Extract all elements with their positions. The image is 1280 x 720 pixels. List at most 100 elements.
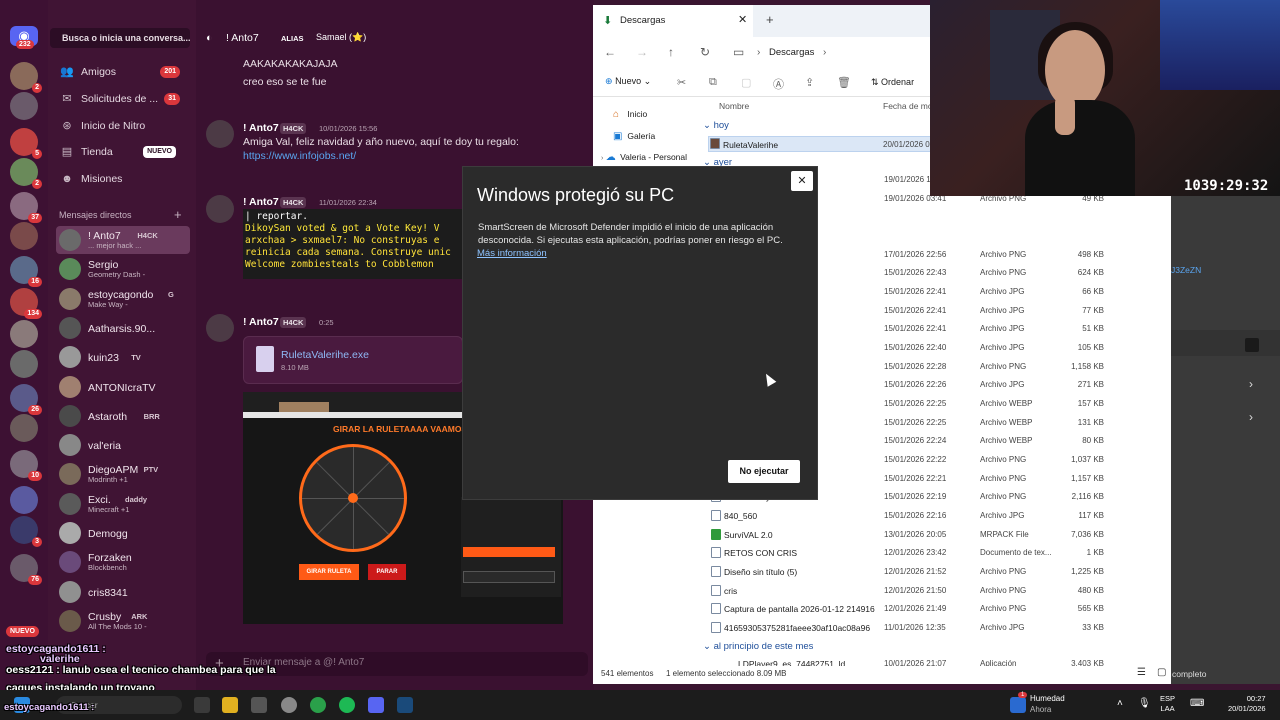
close-tab-icon[interactable]: ✕ (738, 13, 747, 26)
dm-item[interactable]: Sergio Geometry Dash - (56, 255, 190, 283)
nav-item-message-request[interactable]: ✉ Solicitudes de ... 31 (56, 87, 190, 111)
avatar[interactable] (206, 195, 234, 223)
task-view-icon[interactable] (194, 697, 210, 713)
monitor-icon[interactable]: ▭ (733, 45, 744, 59)
microphone-icon[interactable]: 🎙 (1138, 698, 1151, 709)
group-header-today[interactable]: ⌄ hoy (703, 120, 729, 131)
paste-icon[interactable]: ▢ (741, 76, 751, 89)
attachment-name[interactable]: RuletaValerihe.exe (281, 349, 369, 361)
network-icon[interactable]: ⌨ (1190, 698, 1204, 709)
dm-item[interactable]: Crusby ARK All The Mods 10 - (56, 607, 190, 635)
server-icon[interactable]: 2 (10, 158, 42, 189)
nav-onedrive[interactable]: › ☁ Valeria - Personal (601, 152, 687, 163)
details-view-icon[interactable]: ☰ (1137, 667, 1146, 678)
copy-icon[interactable]: ⧉ (709, 76, 717, 89)
nav-item-friends[interactable]: 👥 Amigos 201 (56, 60, 190, 84)
server-icon[interactable] (10, 222, 38, 250)
weather-icon[interactable] (1010, 697, 1026, 713)
sort-button[interactable]: ⇅ Ordenar (871, 77, 914, 88)
file-name[interactable]: cris (724, 586, 737, 596)
chevron-up-icon[interactable]: ˄ (1117, 698, 1123, 709)
share-icon[interactable]: ⇪ (805, 76, 814, 89)
dm-item[interactable]: estoycagondo G Make Way - (56, 285, 190, 313)
file-name[interactable]: 41659305375281faeee30af10ac08a96 (724, 623, 870, 633)
back-arrow-icon[interactable]: ← (604, 45, 616, 59)
dm-item[interactable]: Exci. daddy Minecraft +1 (56, 490, 190, 518)
tab-downloads[interactable]: ⬇ Descargas ✕ (593, 5, 753, 37)
dm-item[interactable]: Demogg (56, 519, 190, 547)
server-icon[interactable] (10, 414, 38, 442)
app-icon[interactable] (281, 697, 297, 713)
up-arrow-icon[interactable]: ↑ (668, 45, 674, 59)
dont-run-button[interactable]: No ejecutar (728, 460, 800, 483)
refresh-icon[interactable]: ↻ (700, 45, 710, 59)
message-author[interactable]: ! Anto7 (243, 316, 279, 328)
nav-item-quests[interactable]: ☻ Misiones (56, 167, 190, 191)
server-icon[interactable] (10, 320, 38, 348)
message-author[interactable]: ! Anto7 (243, 122, 279, 134)
delete-icon[interactable]: 🗑 (837, 76, 851, 89)
message-link[interactable]: https://www.infojobs.net/ (243, 150, 356, 162)
file-name[interactable]: RETOS CON CRIS (724, 548, 797, 558)
spotify-icon[interactable] (339, 697, 355, 713)
dm-item[interactable]: kuin23 TV (56, 343, 190, 371)
file-name[interactable]: Captura de pantalla 2026-01-12 214916 (724, 604, 875, 614)
file-name[interactable]: Diseño sin título (5) (724, 567, 797, 577)
message-image[interactable]: | reportar. DikoySan voted & got a Vote … (243, 209, 463, 279)
server-icon[interactable]: 16 (10, 256, 42, 287)
tiles-view-icon[interactable]: ▢ (1157, 667, 1166, 678)
dm-item[interactable]: ANTONIcraTV (56, 373, 190, 401)
message-author[interactable]: ! Anto7 (243, 196, 279, 208)
file-attachment[interactable]: RuletaValerihe.exe 8.10 MB (243, 336, 463, 384)
file-name[interactable]: RuletaValerihe (723, 140, 778, 150)
server-icon[interactable]: 37 (10, 192, 42, 223)
close-icon[interactable]: ✕ (791, 171, 813, 191)
dm-item[interactable]: cris8341 (56, 578, 190, 606)
forward-arrow-icon[interactable]: → (636, 45, 648, 59)
steam-icon[interactable] (397, 697, 413, 713)
server-icon[interactable]: 3 (10, 516, 42, 547)
app-icon[interactable] (251, 697, 267, 713)
nav-gallery[interactable]: ▣ Galería (613, 131, 655, 142)
avatar[interactable] (206, 120, 234, 148)
server-icon[interactable]: 76 (10, 554, 42, 585)
file-explorer-icon[interactable] (222, 697, 238, 713)
file-type: Archivo PNG (980, 586, 1027, 595)
new-tab-plus-icon[interactable]: + (766, 12, 774, 27)
group-header-month[interactable]: ⌄ al principio de este mes (703, 641, 813, 652)
dm-search-input[interactable]: Busca o inicia una conversa... (50, 28, 190, 48)
nav-home[interactable]: ⌂ Inicio (613, 109, 647, 120)
server-icon[interactable]: 26 (10, 384, 42, 415)
dm-item[interactable]: DiegoAPM PTV Modrinth +1 (56, 460, 190, 488)
dm-item[interactable]: Forzaken Blockbench (56, 548, 190, 576)
nav-item-shop[interactable]: ▤ Tienda NUEVO (56, 140, 190, 164)
avatar[interactable] (206, 314, 234, 342)
new-dm-plus-icon[interactable]: + (174, 207, 182, 222)
server-icon[interactable] (10, 350, 38, 378)
server-icon[interactable] (10, 486, 38, 514)
weather-widget[interactable]: Humedad Ahora (1030, 693, 1065, 715)
server-icon[interactable]: 5 (10, 128, 42, 159)
dm-item[interactable]: ! Anto7 H4CK... mejor hack ... (56, 226, 190, 254)
more-info-link[interactable]: Más información (477, 248, 547, 259)
server-icon[interactable]: 2 (10, 62, 42, 93)
column-header-name[interactable]: Nombre (719, 101, 749, 111)
server-icon[interactable] (10, 92, 38, 120)
dm-item[interactable]: val'eria (56, 431, 190, 459)
cut-icon[interactable]: ✂ (677, 76, 686, 89)
dm-item[interactable]: Aatharsis.90... (56, 314, 190, 342)
nav-item-nitro[interactable]: ⊛ Inicio de Nitro (56, 114, 190, 138)
new-button[interactable]: ⊕ Nuevo ⌄ (605, 76, 651, 87)
rename-icon[interactable]: Ⓐ (773, 76, 784, 92)
language-indicator[interactable]: ESP LAA (1160, 694, 1175, 714)
column-header-date[interactable]: Fecha de mo (883, 101, 931, 111)
file-name[interactable]: 840_560 (724, 511, 757, 521)
server-icon[interactable]: 10 (10, 450, 42, 481)
file-name[interactable]: SurviVAL 2.0 (724, 530, 773, 540)
clock[interactable]: 00:27 20/01/2026 (1228, 694, 1266, 714)
chrome-icon[interactable] (310, 697, 326, 713)
discord-icon[interactable] (368, 697, 384, 713)
breadcrumb[interactable]: Descargas (769, 47, 814, 58)
dm-item[interactable]: Astaroth BRR (56, 402, 190, 430)
server-icon[interactable]: 134 (10, 288, 42, 319)
